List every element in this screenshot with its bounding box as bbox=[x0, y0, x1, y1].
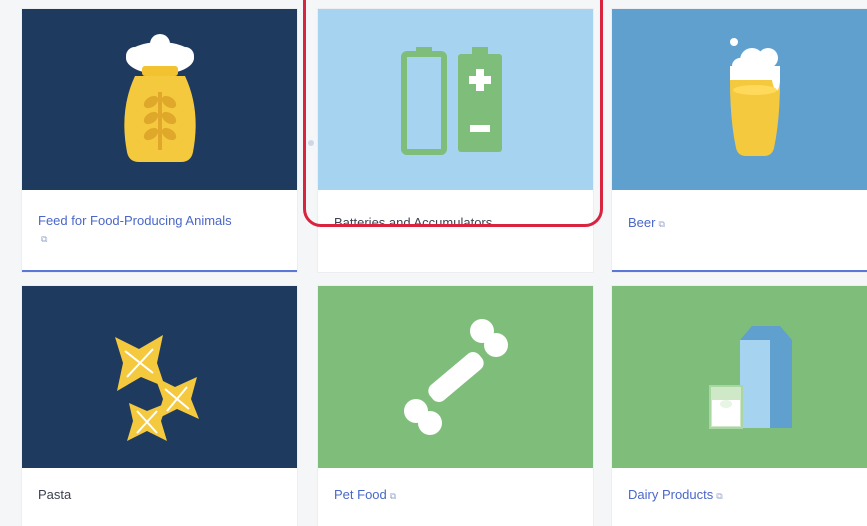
feed-sack-icon bbox=[123, 33, 196, 162]
card-title[interactable]: Batteries and Accumulators bbox=[334, 215, 492, 230]
card-pet-food[interactable]: Pet Food ⧉ bbox=[318, 286, 593, 526]
card-dairy[interactable]: Dairy Products ⧉ bbox=[612, 286, 867, 526]
card-label[interactable]: Pasta bbox=[38, 486, 285, 503]
external-link-icon: ⧉ bbox=[716, 491, 723, 501]
card-label[interactable]: Pet Food ⧉ bbox=[334, 486, 581, 505]
card-label[interactable]: Dairy Products ⧉ bbox=[628, 486, 867, 505]
card-label[interactable]: Beer ⧉ bbox=[628, 214, 867, 233]
card-label[interactable]: Feed for Food-Producing Animals ⧉ bbox=[38, 212, 285, 248]
external-link-icon: ⧉ bbox=[41, 234, 48, 244]
card-title[interactable]: Beer bbox=[628, 215, 655, 230]
card-underline bbox=[22, 270, 297, 272]
card-beer[interactable]: Beer ⧉ bbox=[612, 9, 867, 272]
card-image[interactable] bbox=[22, 9, 297, 190]
card-title[interactable]: Pasta bbox=[38, 487, 71, 502]
card-underline bbox=[612, 270, 867, 272]
beer-glass-icon bbox=[730, 37, 780, 156]
card-pasta[interactable]: Pasta bbox=[22, 286, 297, 526]
bone-icon bbox=[403, 319, 508, 435]
external-link-icon: ⧉ bbox=[658, 219, 665, 229]
external-link-icon: ⧉ bbox=[389, 491, 397, 501]
scroll-indicator-dot bbox=[308, 140, 314, 146]
card-image[interactable] bbox=[612, 9, 867, 190]
card-feed[interactable]: Feed for Food-Producing Animals ⧉ bbox=[22, 9, 297, 272]
card-label[interactable]: Batteries and Accumulators bbox=[334, 214, 581, 231]
card-title[interactable]: Pet Food bbox=[334, 487, 387, 502]
battery-icon bbox=[400, 46, 502, 155]
card-image[interactable] bbox=[22, 286, 297, 468]
card-title[interactable]: Feed for Food-Producing Animals bbox=[38, 213, 232, 228]
milk-carton-icon bbox=[709, 326, 792, 429]
card-image[interactable] bbox=[318, 9, 593, 190]
card-image[interactable] bbox=[318, 286, 593, 468]
card-title[interactable]: Dairy Products bbox=[628, 487, 713, 502]
card-image[interactable] bbox=[612, 286, 867, 468]
card-batteries[interactable]: Batteries and Accumulators bbox=[318, 9, 593, 272]
pasta-icon bbox=[114, 335, 199, 441]
